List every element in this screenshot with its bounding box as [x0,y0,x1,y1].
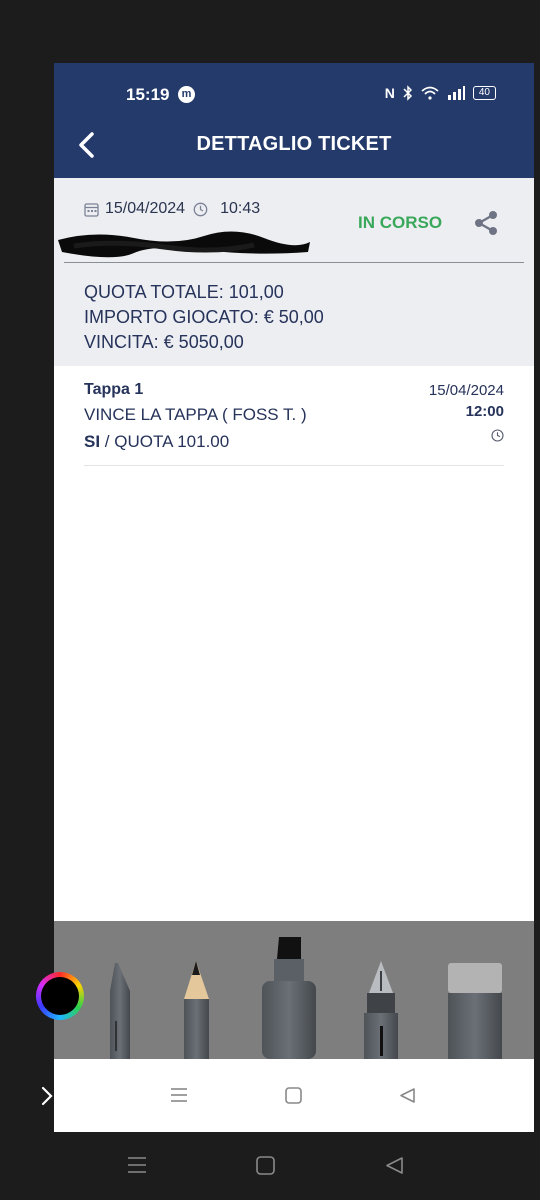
nfc-icon: N [384,85,395,101]
leg-selection: VINCE LA TAPPA ( FOSS T. ) [84,405,307,424]
divider [64,262,524,263]
chevron-right-icon[interactable] [40,1084,54,1108]
leg-odds: SI / QUOTA 101.00 [84,432,229,452]
leg-quota: / QUOTA 101.00 [100,432,230,451]
drawing-toolbar [54,921,534,1059]
page-title: DETTAGLIO TICKET [196,133,392,155]
menu-icon[interactable] [127,1156,147,1174]
home-icon[interactable] [285,1087,302,1104]
app-notification-icon: m [178,86,195,103]
color-picker-icon[interactable] [36,972,84,1020]
pen-tool-icon[interactable] [54,921,534,1059]
ticket-date: 15/04/2024 [105,200,186,217]
ticket-totals: QUOTA TOTALE: 101,00 IMPORTO GIOCATO: € … [84,280,324,355]
importo-giocato: IMPORTO GIOCATO: € 50,00 [84,307,324,327]
ticket-time: 10:43 [220,200,261,217]
list-item[interactable]: Tappa 1 VINCE LA TAPPA ( FOSS T. ) SI / … [84,381,504,466]
app-header: 15:19 m N 40 DETTAGLIO TICKET [54,63,534,178]
leg-date: 15/04/2024 [428,382,504,399]
signal-icon [447,86,465,100]
clock-icon [193,202,208,216]
bluetooth-icon [403,85,412,101]
leg-title: Tappa 1 [84,381,144,398]
status-time: 15:19 [126,85,170,104]
system-navigation-bar [0,1132,540,1200]
ticket-summary: 15/04/2024 10:43 IN CORSO QUOTA TOTALE: … [54,178,534,366]
back-triangle-icon[interactable] [385,1156,404,1175]
home-icon[interactable] [256,1156,275,1175]
app-navigation-bar [54,1059,534,1132]
ticket-datetime: 15/04/2024 10:43 [84,200,260,218]
redacted-ticket-code [58,231,310,258]
menu-icon[interactable] [170,1087,188,1103]
app-screen: 15:19 m N 40 DETTAGLIO TICKET 15/04/2024… [54,63,534,1132]
share-icon[interactable] [472,209,500,237]
leg-time: 12:00 [465,403,504,420]
back-triangle-icon[interactable] [399,1087,416,1104]
leg-pick: SI [84,432,101,451]
vincita: VINCITA: € 5050,00 [84,332,244,352]
battery-icon: 40 [472,86,496,100]
status-badge: IN CORSO [358,213,443,232]
calendar-icon [84,202,99,217]
left-margin [0,0,54,1200]
wifi-icon [421,86,439,100]
status-icons: N 40 [385,85,496,101]
clock-icon [491,429,504,442]
quota-totale: QUOTA TOTALE: 101,00 [84,282,284,302]
